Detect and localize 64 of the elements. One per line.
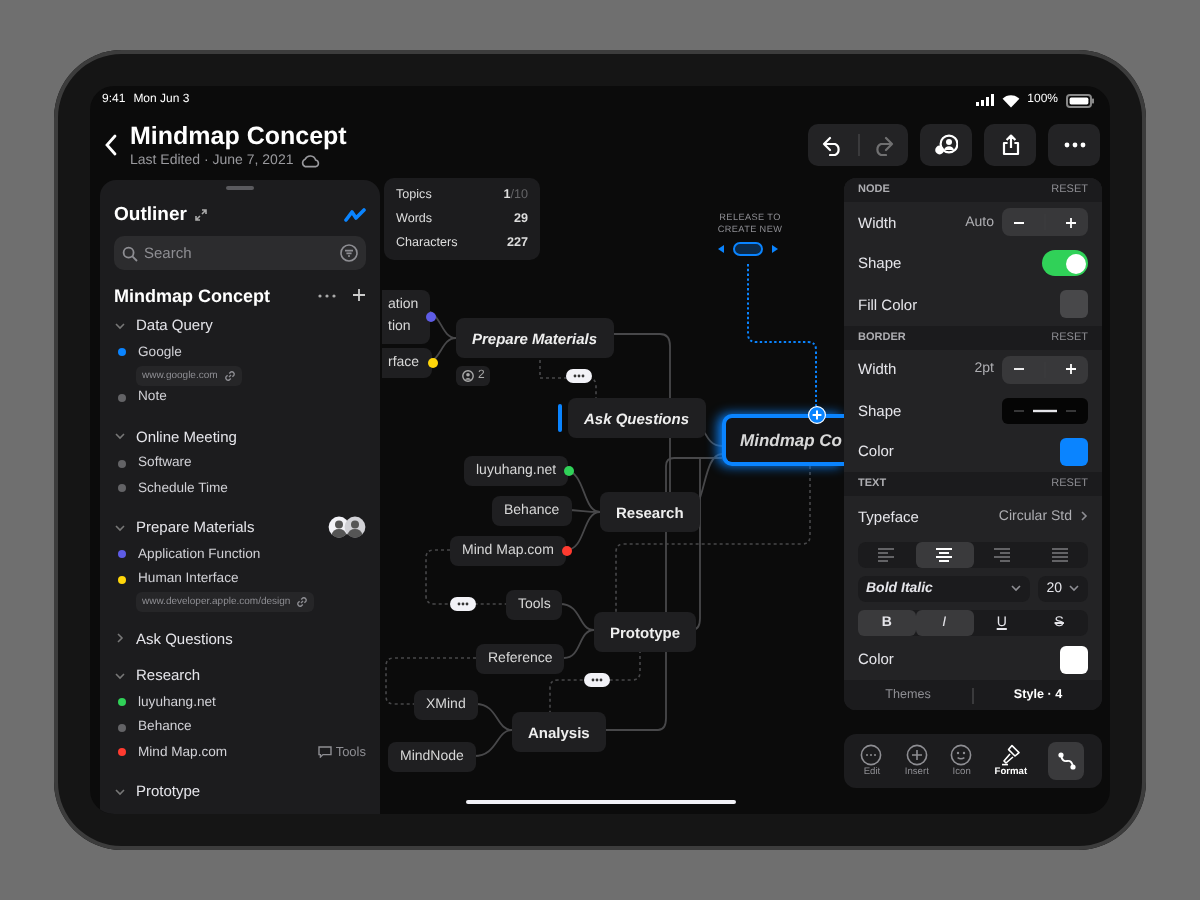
chevron-icon[interactable] <box>114 785 126 797</box>
back-icon[interactable] <box>104 134 118 156</box>
filter-icon[interactable] <box>340 244 358 262</box>
share-icon <box>1001 134 1019 156</box>
line-style-picker[interactable] <box>1002 397 1088 424</box>
collapsed-branch-icon[interactable] <box>566 369 592 383</box>
connector-line <box>559 603 595 631</box>
smiley-icon <box>950 744 973 766</box>
align-left-icon <box>876 545 897 563</box>
chevron-icon[interactable] <box>114 632 126 644</box>
redo-icon <box>872 135 895 155</box>
drag-handle[interactable] <box>226 186 254 190</box>
undo-icon <box>821 135 844 155</box>
wifi-icon <box>1001 93 1020 107</box>
collapsed-branch-icon[interactable] <box>584 673 610 687</box>
zigzag-icon[interactable] <box>344 207 366 221</box>
chevron-down-icon[interactable] <box>1068 584 1080 592</box>
align-button[interactable] <box>915 541 973 567</box>
edit-icon <box>860 744 883 766</box>
link-icon <box>296 596 309 608</box>
collaborate-button[interactable] <box>920 124 972 166</box>
chevron-icon[interactable] <box>114 669 126 681</box>
person-icon <box>462 370 474 382</box>
align-justify-icon <box>1049 545 1070 563</box>
chevron-icon[interactable] <box>114 521 126 533</box>
stepper-control[interactable] <box>1002 355 1088 384</box>
dashed-line-icon <box>1014 407 1076 414</box>
share-button[interactable] <box>984 124 1036 166</box>
search-icon <box>122 245 138 261</box>
chevron-down-icon[interactable] <box>1010 584 1023 592</box>
color-swatch[interactable] <box>1060 290 1088 319</box>
expand-icon[interactable] <box>194 207 209 221</box>
drag-line <box>747 263 817 407</box>
comment-icon <box>317 746 332 759</box>
document-title: Mindmap Concept <box>130 122 347 150</box>
insert-icon <box>905 744 928 766</box>
chevron-icon[interactable] <box>114 319 126 331</box>
connector-line <box>473 729 513 757</box>
connector-icon <box>1055 750 1078 772</box>
chevron-right-icon[interactable] <box>1080 510 1088 523</box>
more-button[interactable] <box>1048 124 1100 166</box>
connector-line <box>539 359 597 399</box>
new-node-handle-drawing <box>718 242 778 256</box>
central-topic-node[interactable]: Mindmap Co <box>722 414 844 466</box>
plus-icon[interactable] <box>352 288 366 302</box>
stepper-control[interactable] <box>1002 208 1088 237</box>
color-swatch[interactable] <box>1060 645 1088 674</box>
people-icon <box>934 134 958 156</box>
cloud-icon <box>299 154 320 168</box>
color-swatch[interactable] <box>1060 437 1088 466</box>
battery-icon <box>1066 93 1094 107</box>
toggle-switch[interactable] <box>1042 250 1088 277</box>
align-center-icon <box>934 545 955 563</box>
panel-title: Outliner <box>114 203 187 225</box>
outline-root-title: Mindmap Concept <box>114 285 272 305</box>
brush-icon <box>999 744 1022 766</box>
signal-icon <box>975 94 994 106</box>
more-icon <box>1063 142 1085 148</box>
chevron-icon[interactable] <box>114 430 126 442</box>
align-right-icon <box>991 545 1012 563</box>
toolbar-button[interactable] <box>1048 742 1085 780</box>
collapsed-branch-icon[interactable] <box>450 597 476 611</box>
link-icon <box>223 369 236 381</box>
add-node-icon[interactable] <box>807 405 825 423</box>
